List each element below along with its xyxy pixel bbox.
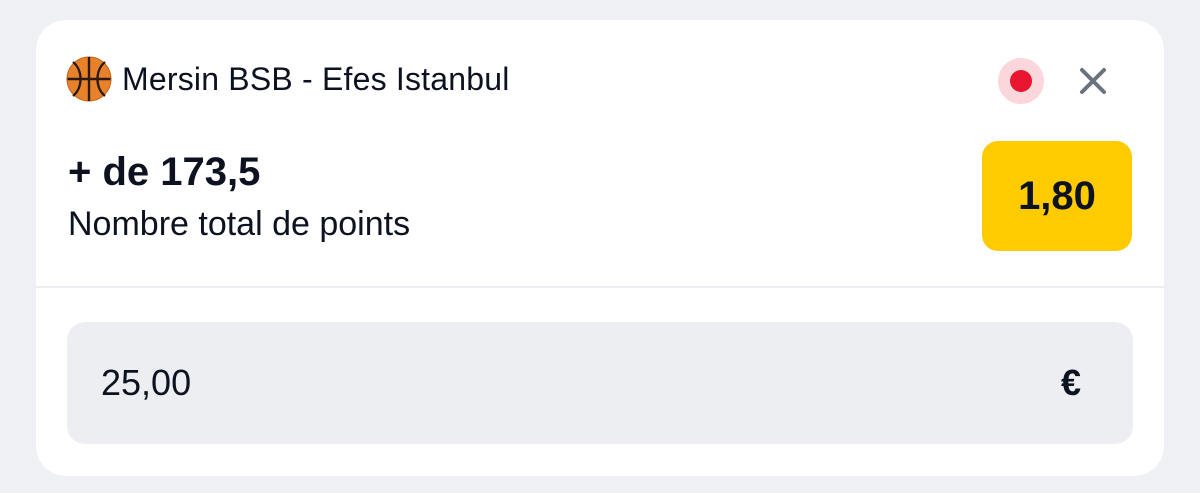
odds-button[interactable]: 1,80 (982, 141, 1132, 251)
live-dot-icon (998, 58, 1044, 104)
close-button[interactable] (1072, 60, 1114, 102)
divider (36, 286, 1164, 288)
match-title: Mersin BSB - Efes Istanbul (122, 61, 510, 97)
bet-market: Nombre total de points (68, 205, 411, 243)
stake-input[interactable]: 25,00 € (67, 322, 1133, 444)
bet-slip-card: Mersin BSB - Efes Istanbul + de 173,5 No… (36, 20, 1164, 476)
basketball-icon (66, 56, 112, 102)
bet-selection: + de 173,5 (68, 150, 261, 194)
stake-value: 25,00 (101, 362, 192, 403)
odds-value: 1,80 (1018, 173, 1096, 218)
currency-symbol: € (1060, 362, 1081, 403)
live-dot-core (1010, 70, 1032, 92)
match-header: Mersin BSB - Efes Istanbul (66, 56, 510, 102)
close-icon (1080, 68, 1106, 94)
